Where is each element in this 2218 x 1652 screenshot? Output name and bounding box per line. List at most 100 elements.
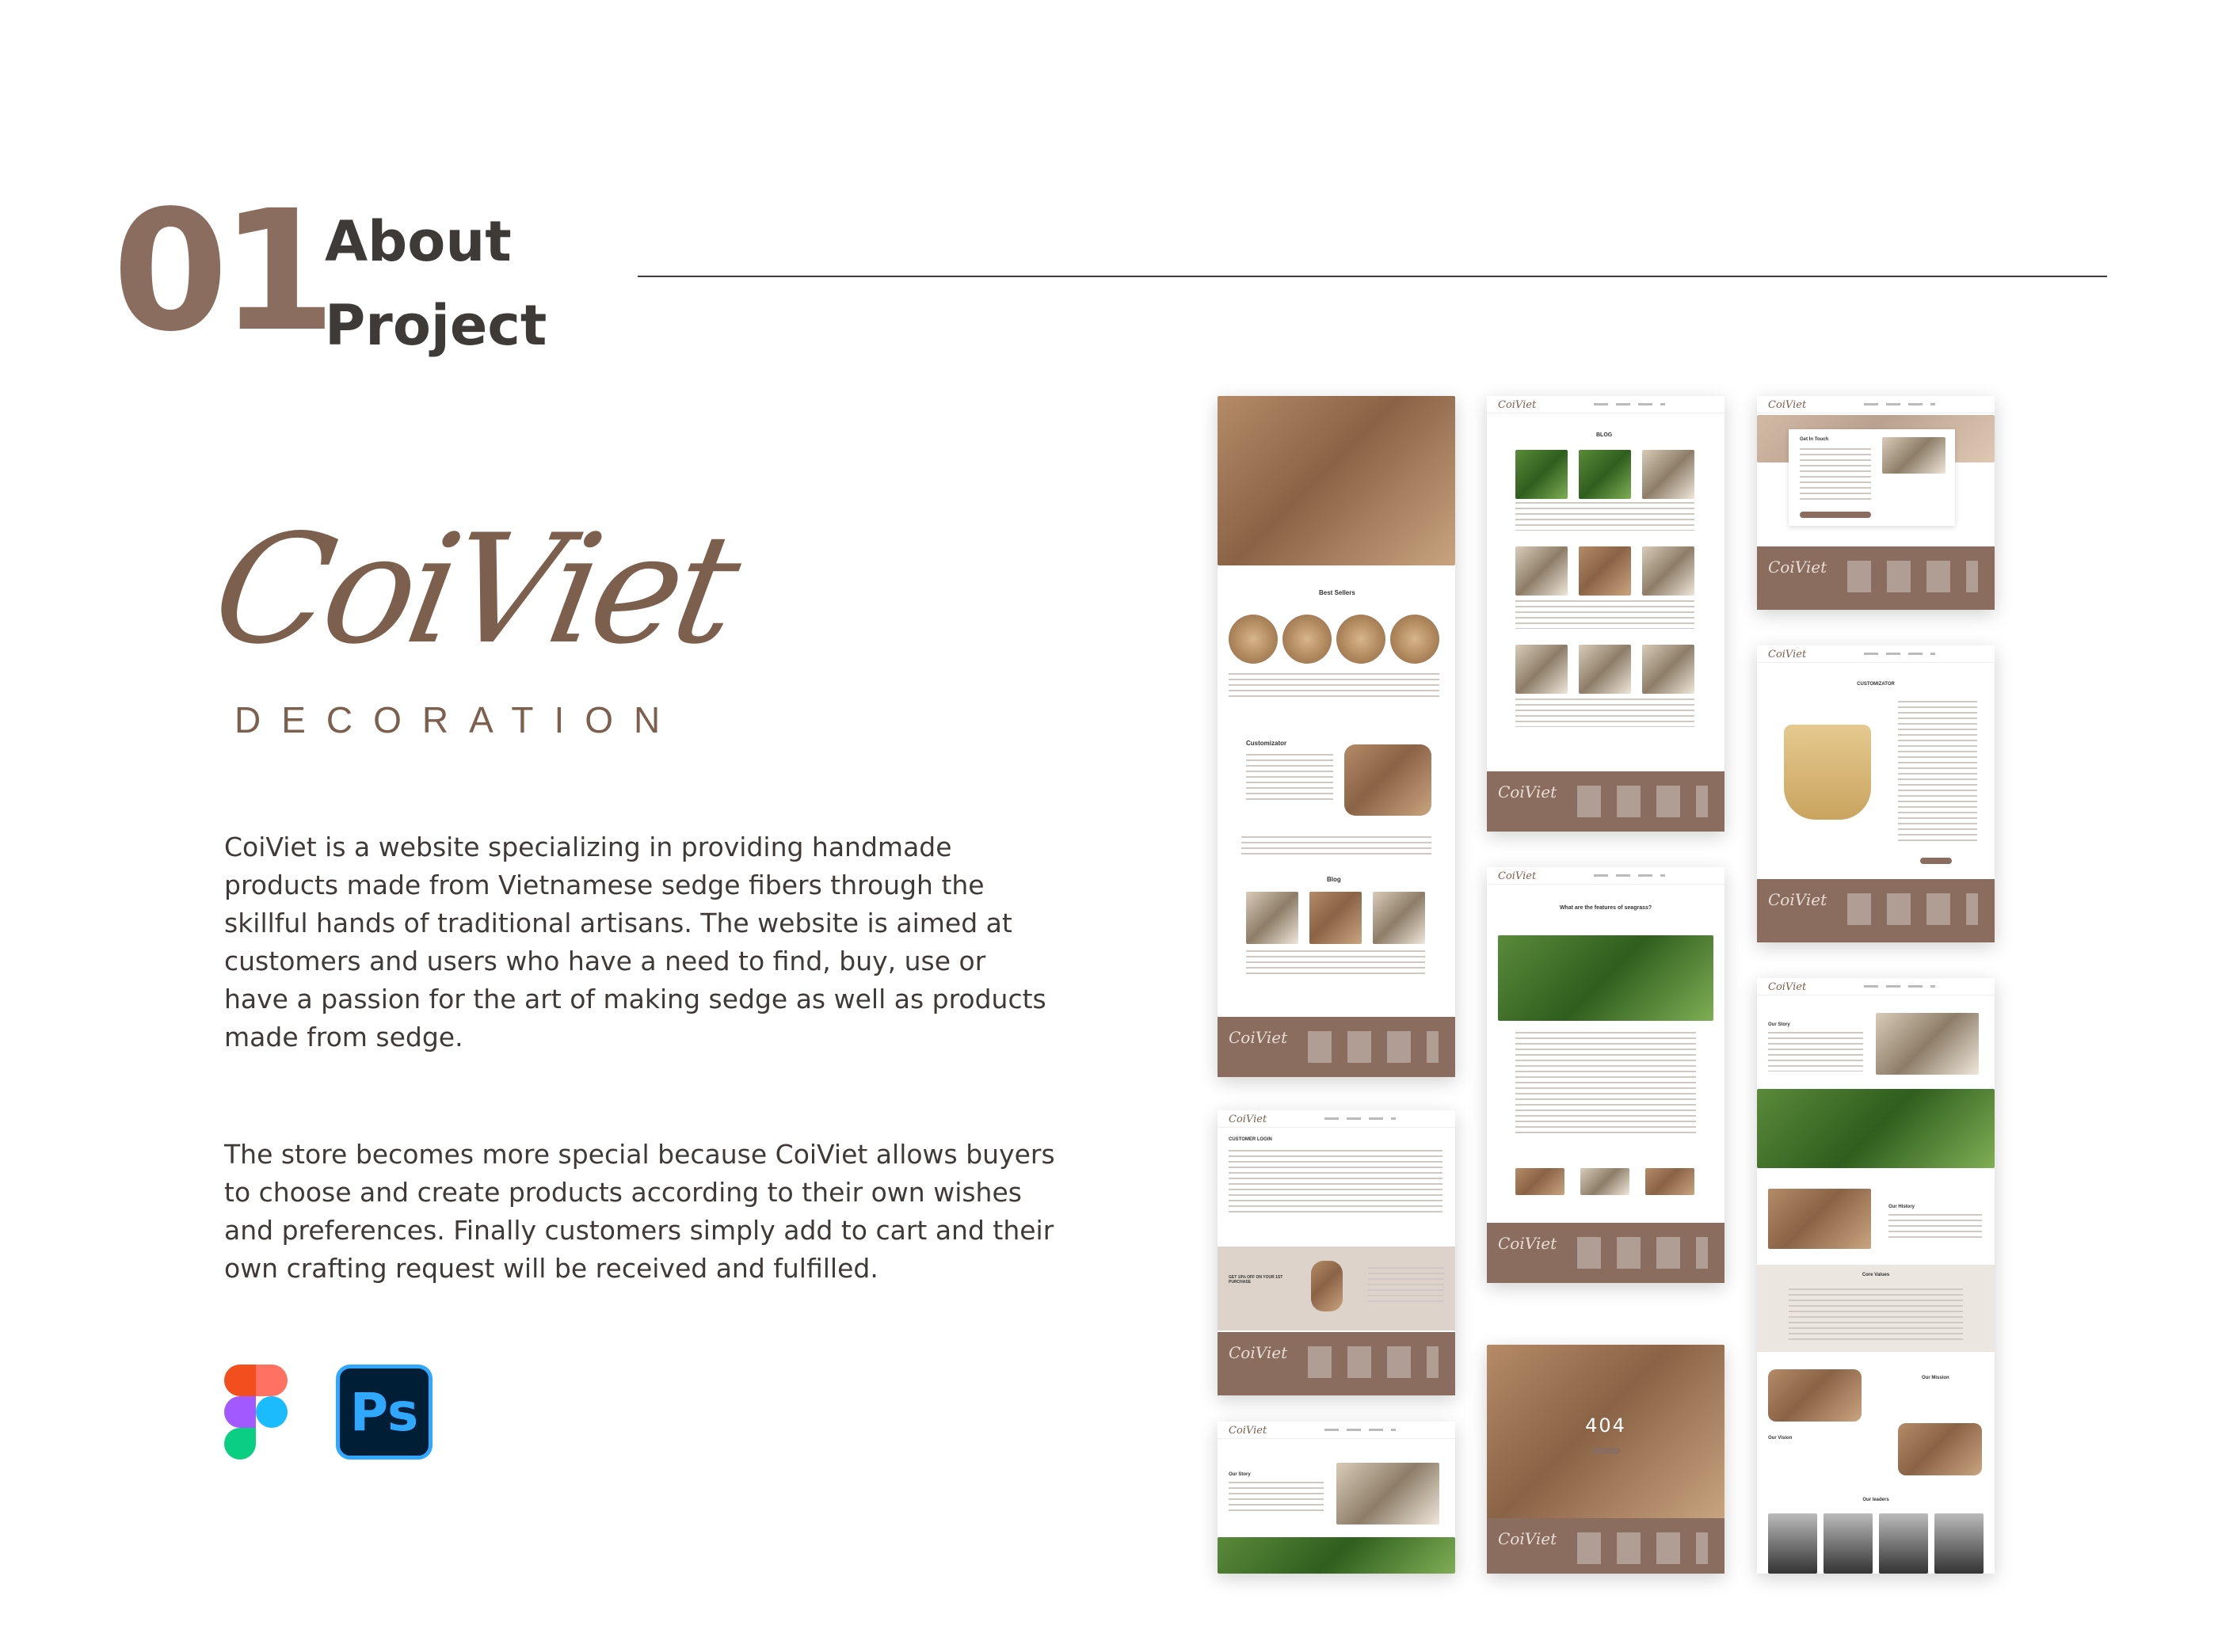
about-our-story-heading: Our Story <box>1229 1472 1251 1477</box>
customizator-text <box>1246 754 1333 801</box>
photoshop-icon: Ps <box>336 1365 433 1460</box>
blog-image <box>1579 546 1631 596</box>
blog-image <box>1579 450 1631 499</box>
home-best-sellers-heading: Best Sellers <box>1319 589 1355 596</box>
customizer-heading: CUSTOMIZATOR <box>1857 682 1895 687</box>
home-customizator-heading: Customizator <box>1246 740 1287 747</box>
footer-columns <box>1577 1237 1708 1269</box>
contact-footer: CoiViet <box>1757 546 1995 610</box>
article-body <box>1515 1032 1696 1135</box>
related-image <box>1515 1168 1564 1195</box>
mockup-home-page: Best Sellers Customizator Blog CoiViet <box>1218 396 1455 1077</box>
home-footer: CoiViet <box>1218 1017 1455 1077</box>
story-image <box>1336 1463 1439 1524</box>
mockup-article-page: CoiViet What are the features of seagras… <box>1487 867 1724 1283</box>
footer-logo: CoiViet <box>1498 1234 1557 1253</box>
footer-columns <box>1847 893 1978 925</box>
core-values-list <box>1789 1288 1963 1341</box>
nav-links <box>1594 403 1665 405</box>
blog-image <box>1515 645 1568 694</box>
login-footer: CoiViet <box>1218 1332 1455 1395</box>
mission-image <box>1768 1369 1862 1422</box>
mockup-nav: CoiViet <box>1757 396 1995 413</box>
contact-form <box>1800 448 1871 504</box>
vision-image <box>1898 1423 1982 1475</box>
nav-links <box>1594 874 1665 877</box>
footer-columns <box>1308 1346 1439 1378</box>
about-our-mission-heading: Our Mission <box>1922 1376 1949 1380</box>
customizator-basket-image <box>1344 744 1431 816</box>
about-our-history-heading: Our History <box>1888 1205 1915 1209</box>
footer-columns <box>1577 786 1708 817</box>
core-values-section: Core Values <box>1757 1265 1995 1352</box>
blog-image <box>1515 450 1568 499</box>
product-image <box>1336 615 1385 664</box>
mockup-nav: CoiViet <box>1757 645 1995 663</box>
blog-excerpts <box>1515 698 1694 727</box>
leader-photo <box>1768 1513 1817 1574</box>
history-text <box>1888 1214 1982 1241</box>
leader-photo <box>1934 1513 1984 1574</box>
nav-logo: CoiViet <box>1768 649 1807 660</box>
mockup-about-page: CoiViet Our Story Our History Core Value… <box>1757 978 1995 1574</box>
product-image <box>1282 615 1332 664</box>
leader-photo <box>1824 1513 1873 1574</box>
mockup-404-page: 404 CoiViet <box>1487 1345 1724 1574</box>
mockup-about-page-cropped: CoiViet Our Story <box>1218 1422 1455 1574</box>
article-hero-image <box>1498 935 1713 1021</box>
figma-icon <box>224 1365 288 1460</box>
blog-excerpts <box>1515 600 1694 629</box>
nav-links <box>1864 653 1935 655</box>
nav-logo: CoiViet <box>1498 870 1537 882</box>
story-text <box>1229 1482 1324 1513</box>
story-text <box>1768 1032 1863 1072</box>
404-code: 404 <box>1585 1414 1626 1437</box>
nav-logo: CoiViet <box>1768 981 1807 993</box>
product-image <box>1229 615 1278 664</box>
customizer-footer: CoiViet <box>1757 879 1995 942</box>
section-divider <box>638 276 2107 277</box>
blog-image <box>1642 450 1694 499</box>
nav-logo: CoiViet <box>1498 399 1537 411</box>
customizer-basket-image <box>1784 725 1871 820</box>
nav-logo: CoiViet <box>1229 1425 1267 1437</box>
logo-script-text: CoiViet <box>201 502 746 677</box>
blog-heading: BLOG <box>1596 432 1613 438</box>
blog-excerpts <box>1246 950 1425 974</box>
footer-logo: CoiViet <box>1229 1028 1288 1047</box>
footer-columns <box>1577 1532 1708 1564</box>
product-image <box>1390 615 1439 664</box>
login-form <box>1229 1150 1442 1216</box>
section-title-line2: Project <box>325 293 547 358</box>
about-our-story-heading: Our Story <box>1768 1022 1790 1027</box>
404-footer: CoiViet <box>1487 1518 1724 1574</box>
footer-columns <box>1847 561 1978 592</box>
blog-image <box>1309 892 1362 944</box>
newsletter-form <box>1368 1267 1444 1304</box>
blog-image <box>1579 645 1631 694</box>
core-values-heading: Core Values <box>1862 1273 1890 1277</box>
history-image <box>1768 1189 1871 1249</box>
footer-logo: CoiViet <box>1498 782 1557 801</box>
mockup-contact-page: CoiViet Get In Touch CoiViet <box>1757 396 1995 610</box>
add-to-cart-button <box>1920 858 1952 864</box>
fields-banner <box>1757 1089 1995 1168</box>
article-heading: What are the features of seagrass? <box>1559 905 1652 911</box>
mockup-customizer-page: CoiViet CUSTOMIZATOR CoiViet <box>1757 645 1995 942</box>
mockup-nav: CoiViet <box>1487 396 1724 413</box>
mockup-blog-page: CoiViet BLOG CoiViet <box>1487 396 1724 832</box>
nav-links <box>1864 985 1935 988</box>
blog-footer: CoiViet <box>1487 771 1724 832</box>
customizator-steps <box>1241 836 1431 855</box>
story-image <box>1876 1013 1979 1075</box>
submit-button <box>1800 512 1871 518</box>
blog-image <box>1373 892 1425 944</box>
logo-subtitle: DECORATION <box>234 699 681 740</box>
blog-excerpts <box>1515 502 1694 531</box>
mockup-nav: CoiViet <box>1218 1110 1455 1128</box>
nav-links <box>1864 403 1935 405</box>
contact-heading: Get In Touch <box>1800 437 1829 442</box>
mockup-nav: CoiViet <box>1487 867 1724 885</box>
article-footer: CoiViet <box>1487 1223 1724 1283</box>
mockup-nav: CoiViet <box>1218 1422 1455 1439</box>
